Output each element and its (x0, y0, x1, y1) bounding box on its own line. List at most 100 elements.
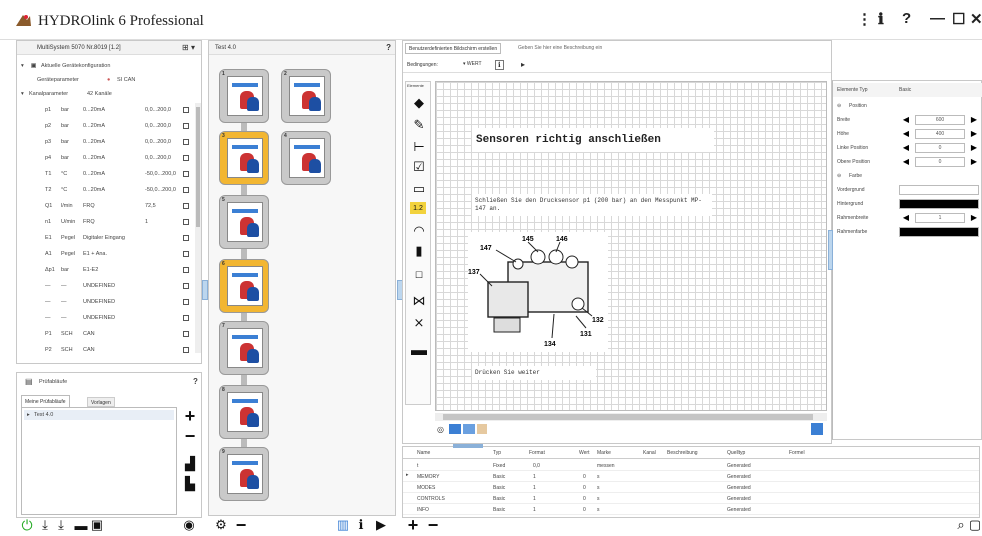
channel-checkbox[interactable] (183, 299, 189, 305)
channel-checkbox[interactable] (183, 267, 189, 273)
channel-checkbox[interactable] (183, 315, 189, 321)
channel-row[interactable]: Δp1 bar E1-E2 (17, 263, 193, 277)
expand-icon[interactable]: ▢ (966, 516, 982, 534)
channel-row[interactable]: — — UNDEFINED (17, 295, 193, 309)
minus-tool-icon[interactable]: ▬ (410, 342, 428, 360)
conditions-info-icon[interactable]: ℹ (495, 60, 504, 70)
tree-device-params[interactable]: Geräteparameter ● SI CAN (17, 73, 197, 87)
view-mode-2-icon[interactable] (463, 424, 475, 434)
increment-button[interactable]: ▶ (969, 115, 979, 125)
increment-button[interactable]: ▶ (969, 129, 979, 139)
bar-tool-icon[interactable]: ▮ (410, 242, 428, 260)
tab-my-sequences[interactable]: Meine Prüfabläufe (21, 395, 70, 407)
gauge-tool-icon[interactable]: ◠ (410, 222, 428, 240)
zoom-reset-icon[interactable]: ◎ (437, 425, 444, 434)
column-header[interactable]: Name (417, 450, 430, 456)
canvas-corner-icon[interactable] (811, 423, 823, 435)
add-variable-button[interactable]: + (404, 515, 422, 535)
channel-checkbox[interactable] (183, 347, 189, 353)
canvas-instruction[interactable]: Schließen Sie den Drucksensor p1 (200 ba… (472, 194, 712, 216)
fg-color-field[interactable] (899, 185, 979, 195)
flow-step-tile[interactable]: 2 (281, 69, 331, 123)
channel-row[interactable]: P1 SCH CAN (17, 327, 193, 341)
remove-sequence-button[interactable]: − (181, 426, 199, 446)
device-settings-icon[interactable]: ⊞ ▾ (182, 41, 195, 55)
flow-step-tile[interactable]: 8 (219, 385, 269, 439)
flow-step-tile[interactable]: 3 (219, 131, 269, 185)
channel-row[interactable]: P2 SCH CAN (17, 343, 193, 357)
canvas-heading[interactable]: Sensoren richtig anschließen (472, 128, 714, 152)
view-mode-3-icon[interactable] (477, 424, 487, 434)
channel-row[interactable]: — — UNDEFINED (17, 311, 193, 325)
section-color[interactable]: ⊖ Farbe (833, 169, 982, 183)
help-icon[interactable]: ? (902, 10, 911, 27)
channel-checkbox[interactable] (183, 331, 189, 337)
decrement-button[interactable]: ◀ (901, 157, 911, 167)
remove-variable-button[interactable]: − (424, 515, 442, 535)
sequence-item[interactable]: ▸ Test 4.0 (24, 410, 174, 420)
border-width-inc[interactable]: ▶ (969, 213, 979, 223)
column-header[interactable]: Formel (789, 450, 805, 456)
flow-info-icon[interactable]: ℹ (352, 516, 370, 534)
column-header[interactable]: Beschreibung (667, 450, 698, 456)
table-row[interactable]: INFO Basic 1 0 s Generated (403, 505, 979, 515)
editor-tab-create[interactable]: Benutzerdefinierten Bildschirm erstellen (405, 43, 502, 54)
channel-row[interactable]: — — UNDEFINED (17, 279, 193, 293)
table-splitter[interactable] (453, 444, 483, 448)
flow-step-tile[interactable]: 6 (219, 259, 269, 313)
upload-icon[interactable]: ⤓ (52, 516, 70, 534)
export-sequence-icon[interactable]: ▙ (181, 475, 199, 493)
more-menu-icon[interactable]: ⋮ (857, 10, 872, 28)
increment-button[interactable]: ▶ (969, 157, 979, 167)
decrement-button[interactable]: ◀ (901, 115, 911, 125)
tree-channel-params[interactable]: ▾ Kanalparameter 42 Kanäle (17, 87, 197, 101)
channel-scrollbar[interactable] (195, 103, 201, 353)
add-sequence-button[interactable]: + (181, 406, 199, 426)
channel-checkbox[interactable] (183, 155, 189, 161)
flow-settings-icon[interactable]: ⚙ (212, 516, 230, 534)
tree-root[interactable]: ▾ ▣ Aktuelle Gerätekonfiguration (17, 59, 197, 73)
line-tool-icon[interactable]: ⊢ (410, 138, 428, 156)
channel-row[interactable]: p4 bar 0...20mA 0,0...200,0 (17, 151, 193, 165)
channel-row[interactable]: T1 °C 0...20mA -50,0...200,0 (17, 167, 193, 181)
prop-value-field[interactable]: 0 (915, 157, 965, 167)
record-icon[interactable]: ◉ (180, 516, 198, 534)
channel-row[interactable]: p3 bar 0...20mA 0,0...200,0 (17, 135, 193, 149)
close-button[interactable]: ✕ (970, 10, 982, 28)
channel-checkbox[interactable] (183, 187, 189, 193)
bg-color-field[interactable] (899, 199, 979, 209)
checkbox-tool-icon[interactable]: ☑ (410, 158, 428, 176)
import-sequence-icon[interactable]: ▟ (181, 455, 199, 473)
minimize-button[interactable]: — (930, 10, 945, 27)
table-row[interactable]: ▸ MEMORY Basic 1 0 s Generated (403, 472, 979, 482)
flow-step-tile[interactable]: 4 (281, 131, 331, 185)
channel-row[interactable]: n1 U/min FRQ 1 (17, 215, 193, 229)
table-row[interactable]: MODES Basic 1 0 s Generated (403, 483, 979, 493)
section-position[interactable]: ⊖ Position (833, 99, 982, 113)
sequence-help-icon[interactable]: ? (193, 375, 198, 389)
cross-valve-tool-icon[interactable]: ⨯ (410, 314, 428, 332)
channel-checkbox[interactable] (183, 251, 189, 257)
editor-tab-description[interactable]: Geben Sie hier eine Beschreibung ein (515, 43, 605, 54)
flow-help-icon[interactable]: ? (386, 41, 391, 55)
play-icon[interactable]: ▶ (372, 516, 390, 534)
prop-value-field[interactable]: 400 (915, 129, 965, 139)
channel-checkbox[interactable] (183, 171, 189, 177)
view-mode-1-icon[interactable] (449, 424, 461, 434)
channel-row[interactable]: E1 Pegel Digitaler Eingang (17, 231, 193, 245)
border-width-dec[interactable]: ◀ (901, 213, 911, 223)
tag-tool-icon[interactable]: ◆ (410, 94, 428, 112)
canvas-hscrollbar[interactable] (435, 413, 827, 421)
save-icon[interactable]: ▣ (88, 516, 106, 534)
channel-row[interactable]: Q1 l/min FRQ 72,5 (17, 199, 193, 213)
conditions-play-icon[interactable]: ▸ (521, 60, 525, 69)
prop-value-field[interactable]: 0 (915, 143, 965, 153)
border-color-field[interactable] (899, 227, 979, 237)
layout-icon[interactable]: ▥ (334, 516, 352, 534)
column-header[interactable]: Kanal (643, 450, 656, 456)
canvas-diagram[interactable]: 145 146 147 137 132 131 134 (468, 232, 608, 352)
decrement-button[interactable]: ◀ (901, 143, 911, 153)
flow-step-tile[interactable]: 5 (219, 195, 269, 249)
power-icon[interactable]: ⏻ (18, 516, 36, 534)
channel-row[interactable]: A1 Pegel E1 + Ana. (17, 247, 193, 261)
